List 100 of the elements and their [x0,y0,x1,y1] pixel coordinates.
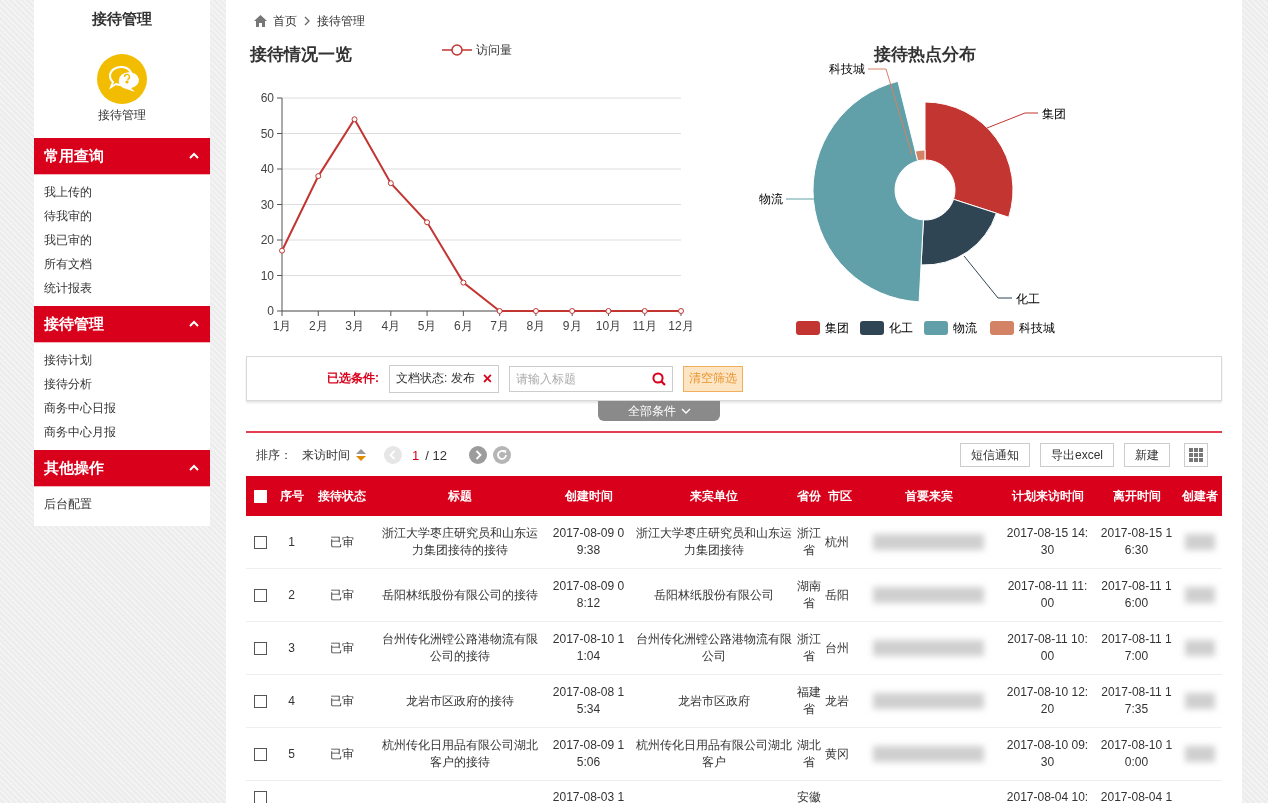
legend-label: 科技城 [1019,321,1055,335]
table-cell: 安徽 [797,790,821,803]
table-cell: 台州 [825,640,849,655]
axis-tick-label: 8月 [526,319,546,333]
table-cell: 2017-08-08 15:34 [552,685,625,716]
table-cell: 福建省 [797,685,821,716]
axis-tick-label: 3月 [345,319,364,333]
column-header: 计划来访时间 [1011,488,1084,503]
table-cell: 2017-08-09 08:12 [552,579,625,610]
axis-tick-label: 10 [260,268,274,283]
table-cell: 2017-08-04 10: [1006,790,1089,803]
table-cell: 2017-08-11 11:00 [1007,579,1088,610]
section-title: 接待管理 [44,314,104,334]
axis-tick-label: 0 [267,304,274,318]
table-cell: 杭州传化日用品有限公司湖北客户 [635,738,792,769]
table-cell: 黄冈 [825,746,849,761]
column-header: 创建时间 [564,488,613,503]
axis-tick-label: 7月 [490,319,509,333]
table-cell: 2017-08-03 1 [552,790,625,803]
table-cell: 湖南省 [797,579,821,610]
table-cell: 已审 [329,640,354,655]
table-cell: 岳阳林纸股份有限公司 [653,587,774,602]
table-cell: 湖北省 [797,738,821,769]
axis-tick-label: 2月 [308,319,328,333]
section-title: 常用查询 [44,146,104,166]
slice-label: 集团 [1042,107,1066,121]
chart-title: 接待热点分布 [874,45,976,64]
column-header: 首要来宾 [904,488,953,503]
column-header: 市区 [828,488,852,503]
table-cell: 岳阳林纸股份有限公司的接待 [382,587,538,602]
column-header: 省份 [797,488,821,503]
table-cell: 龙岩市区政府 [677,693,750,708]
page-total: / 12 [425,447,447,463]
table-cell: 已审 [329,587,354,602]
table-cell: 2017-08-10 09:30 [1006,738,1089,769]
current-page: 1 [412,447,420,463]
table-cell: 4 [288,693,295,708]
axis-tick-label: 6月 [454,319,473,333]
module-label: 接待管理 [97,107,147,124]
table-cell: 浙江大学枣庄研究员和山东运力集团接待的接待 [382,526,538,557]
table-cell: 浙江大学枣庄研究员和山东运力集团接待 [635,526,792,557]
table-cell: 2017-08-10 10:00 [1100,738,1173,769]
table-cell: 已审 [329,746,354,761]
legend-label: 集团 [825,321,849,335]
table-cell: 2017-08-09 09:38 [552,526,625,557]
table-cell: 3 [288,640,295,655]
column-header: 来宾单位 [689,488,738,503]
table-cell: 龙岩市区政府的接待 [406,693,514,708]
sidebar-title: 接待管理 [91,9,153,29]
legend-label: 物流 [953,321,977,335]
column-header: 接待状态 [317,488,366,503]
filter-label: 已选条件: [327,370,379,387]
table-cell: 杭州 [825,534,849,549]
axis-tick-label: 50 [260,126,274,141]
axis-tick-label: 4月 [381,319,401,333]
axis-tick-label: 11月 [632,319,657,333]
axis-tick-label: 40 [260,162,274,176]
table-cell: 已审 [329,534,354,549]
table-cell: 浙江省 [797,526,821,557]
legend-label: 化工 [889,321,913,335]
chip-label: 文档状态: 发布 [396,370,475,387]
table-cell: 龙岩 [825,693,849,708]
chart-title: 接待情况一览 [250,45,352,64]
table-cell: 台州传化洲镗公路港物流有限公司的接待 [382,632,538,663]
slice-label: 科技城 [829,62,865,76]
axis-tick-label: 1月 [272,319,292,333]
table-cell: 已审 [329,693,354,708]
axis-tick-label: 9月 [562,319,582,333]
table-cell: 浙江省 [797,632,821,663]
slice-label: 物流 [759,192,783,206]
table-cell: 2 [288,587,295,602]
column-header: 序号 [279,488,304,503]
table-cell: 5 [288,746,295,761]
table-cell: 2017-08-11 17:35 [1101,685,1172,716]
section-title: 其他操作 [44,458,104,478]
table-cell: 杭州传化日用品有限公司湖北客户的接待 [382,738,538,769]
table-cell: 2017-08-15 14:30 [1006,526,1089,557]
column-header: 标题 [448,488,472,503]
table-cell: 2017-08-10 12:20 [1006,685,1089,716]
axis-tick-label: 60 [260,91,274,105]
axis-tick-label: 30 [260,197,274,212]
sort-label: 排序： [256,446,292,464]
table-cell: 岳阳 [825,587,849,602]
slice-label: 化工 [1016,292,1040,306]
column-header: 创建者 [1182,488,1218,503]
table-cell: 2017-08-11 16:00 [1101,579,1172,610]
axis-tick-label: 5月 [417,319,437,333]
table-cell: 2017-08-15 16:30 [1100,526,1173,557]
table-cell: 2017-08-09 15:06 [552,738,625,769]
table-cell: 2017-08-11 10:00 [1007,632,1088,663]
axis-tick-label: 20 [260,233,274,247]
column-header: 离开时间 [1112,488,1161,503]
table-cell: 2017-08-10 11:04 [552,632,625,663]
table-cell: 2017-08-04 1 [1100,790,1173,803]
table-cell: 2017-08-11 17:00 [1101,632,1172,663]
legend-label: 访问量 [476,43,512,57]
table-cell: 1 [288,534,295,549]
axis-tick-label: 12月 [668,319,694,333]
table-cell: 台州传化洲镗公路港物流有限公司 [635,632,792,663]
axis-tick-label: 10月 [595,319,622,333]
